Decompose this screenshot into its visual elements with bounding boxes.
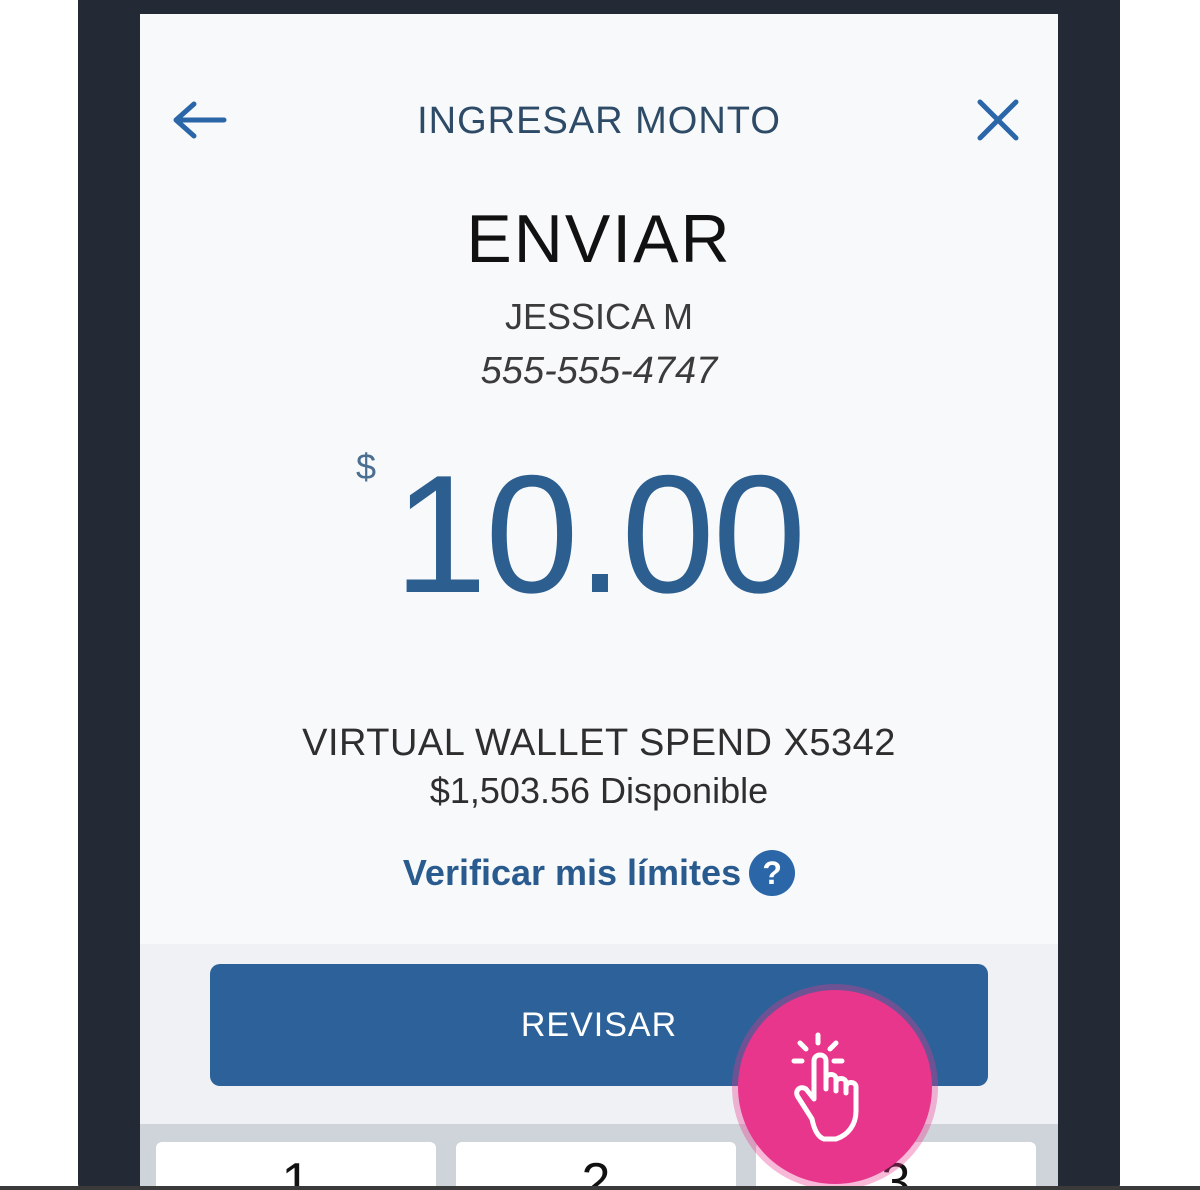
check-limits-label: Verificar mis límites xyxy=(402,852,742,893)
close-icon xyxy=(977,99,1019,141)
bottom-divider xyxy=(0,1186,1200,1190)
account-balance: $1,503.56 Disponible xyxy=(429,770,769,811)
send-heading: ENVIAR xyxy=(466,201,732,277)
close-button[interactable] xyxy=(968,92,1028,148)
account-name: VIRTUAL WALLET SPEND X5342 xyxy=(302,722,896,764)
keypad-key-1[interactable]: 1 xyxy=(156,1142,436,1190)
tap-indicator xyxy=(738,990,932,1184)
help-icon[interactable]: ? xyxy=(749,850,796,896)
keypad-key-label: 2 xyxy=(581,1153,611,1190)
recipient-name: JESSICA M xyxy=(504,296,694,337)
tap-hand-icon xyxy=(791,1032,859,1142)
amount-display[interactable]: 10.00 xyxy=(140,442,1058,627)
keypad-key-2[interactable]: 2 xyxy=(456,1142,736,1190)
app-screen: INGRESAR MONTO ENVIAR JESSICA M 555-555-… xyxy=(140,14,1058,1190)
recipient-phone: 555-555-4747 xyxy=(480,350,718,392)
keypad-key-label: 1 xyxy=(281,1153,311,1190)
page-title: INGRESAR MONTO xyxy=(417,100,781,142)
check-limits-link[interactable]: Verificar mis límites ? xyxy=(140,850,1058,896)
header-bar: INGRESAR MONTO xyxy=(140,14,1058,224)
